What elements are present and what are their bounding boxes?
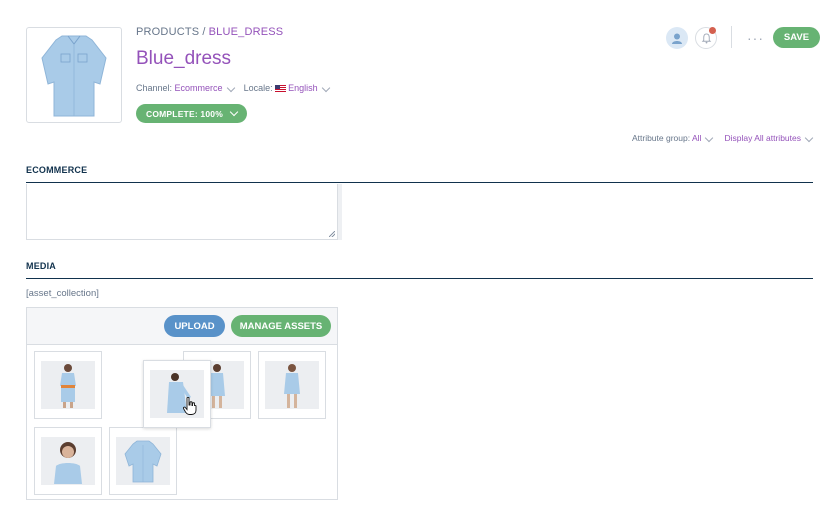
bell-icon[interactable] bbox=[695, 27, 717, 49]
manage-assets-button[interactable]: MANAGE ASSETS bbox=[231, 315, 331, 337]
display-attributes-filter[interactable]: Display All attributes bbox=[724, 133, 814, 143]
chevron-down-icon bbox=[226, 83, 235, 92]
page-title: Blue_dress bbox=[136, 48, 232, 69]
section-divider bbox=[26, 278, 813, 279]
asset-thumbnail[interactable] bbox=[34, 427, 102, 495]
locale-switcher[interactable]: Locale: English bbox=[243, 83, 330, 93]
resize-handle-icon[interactable] bbox=[329, 231, 335, 237]
asset-collection: UPLOAD MANAGE ASSETS bbox=[26, 307, 338, 500]
context-switcher: Channel: Ecommerce Locale: English bbox=[136, 83, 330, 93]
chevron-down-icon bbox=[229, 107, 239, 117]
attribute-group-filter[interactable]: Attribute group: All bbox=[631, 133, 714, 143]
completeness-badge[interactable]: COMPLETE: 100% bbox=[136, 104, 247, 123]
product-thumbnail[interactable] bbox=[26, 27, 122, 123]
chevron-down-icon bbox=[321, 83, 330, 92]
breadcrumb-separator: / bbox=[202, 26, 206, 38]
asset-collection-label: [asset_collection] bbox=[26, 288, 99, 299]
breadcrumb-current: BLUE_DRESS bbox=[208, 26, 284, 38]
chevron-down-icon bbox=[705, 133, 714, 142]
upload-button[interactable]: UPLOAD bbox=[164, 315, 225, 337]
completeness-label: COMPLETE: 100% bbox=[146, 108, 223, 119]
channel-switcher[interactable]: Channel: Ecommerce bbox=[136, 83, 235, 93]
locale-label: Locale: bbox=[243, 83, 273, 93]
chevron-down-icon bbox=[804, 133, 814, 142]
us-flag-icon bbox=[275, 84, 287, 93]
section-divider bbox=[26, 182, 813, 183]
model-full-length-2 bbox=[284, 364, 300, 408]
asset-thumbnail[interactable] bbox=[109, 427, 177, 495]
model-portrait bbox=[54, 442, 82, 484]
breadcrumb-products-link[interactable]: PRODUCTS bbox=[136, 26, 199, 38]
attribute-group-label: Attribute group: bbox=[631, 133, 691, 143]
attribute-group-value[interactable]: All bbox=[692, 133, 701, 143]
more-actions-button[interactable]: ··· bbox=[747, 30, 764, 46]
asset-toolbar: UPLOAD MANAGE ASSETS bbox=[27, 308, 337, 345]
save-button[interactable]: SAVE bbox=[773, 27, 820, 48]
notification-badge bbox=[709, 27, 716, 34]
hand-cursor-icon bbox=[183, 397, 197, 415]
model-standing-front bbox=[60, 364, 76, 408]
dress-flat bbox=[124, 440, 162, 483]
channel-label: Channel: bbox=[136, 83, 173, 93]
breadcrumb: PRODUCTS / BLUE_DRESS bbox=[136, 26, 283, 38]
asset-thumbnail-dragging[interactable] bbox=[143, 360, 211, 428]
attribute-filters: Attribute group: All Display All attribu… bbox=[631, 133, 814, 143]
ecommerce-textarea[interactable] bbox=[26, 184, 338, 240]
asset-thumbnail[interactable] bbox=[258, 351, 326, 419]
channel-value[interactable]: Ecommerce bbox=[175, 83, 223, 93]
display-attributes-value[interactable]: Display All attributes bbox=[724, 133, 801, 143]
section-title-ecommerce: ECOMMERCE bbox=[26, 165, 88, 175]
asset-thumbnail[interactable] bbox=[34, 351, 102, 419]
section-title-media: MEDIA bbox=[26, 261, 56, 271]
locale-value[interactable]: English bbox=[288, 83, 318, 93]
user-avatar-icon[interactable] bbox=[666, 27, 688, 49]
dress-image bbox=[41, 35, 107, 117]
header-divider bbox=[731, 26, 732, 48]
